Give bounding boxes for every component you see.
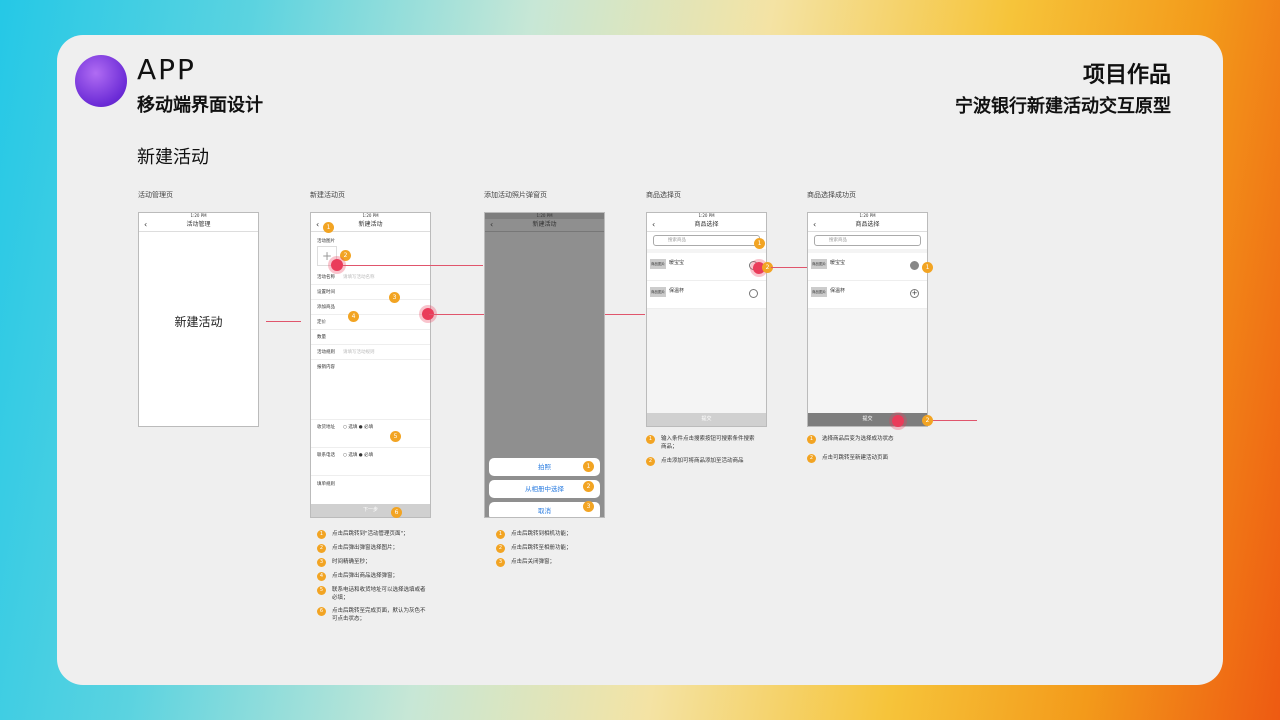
app-subtitle: 移动端界面设计 [137, 95, 263, 116]
screen1-label: 活动管理页 [138, 191, 173, 199]
main-card: APP 移动端界面设计 项目作品 宁波银行新建活动交互原型 新建活动 活动管理页… [57, 35, 1223, 685]
hotspot-dot [331, 259, 343, 271]
screen2-notes: 1 点击后跳转到"活动管理页面"； 2 点击后弹出弹窗选择图片； 3 时间精确至秒； … [317, 530, 427, 623]
select-circle-icon[interactable] [749, 289, 758, 298]
screen2-label: 新建活动页 [310, 191, 345, 199]
flow-arrow [343, 265, 483, 266]
add-circle-icon[interactable]: + [910, 289, 919, 298]
note: 2 点击后跳转至相册功能； [496, 544, 572, 553]
back-icon[interactable]: ‹ [813, 219, 816, 231]
back-icon[interactable]: ‹ [316, 219, 319, 231]
screen5-notes: 1 选择商品后变为选择成功状态 2 点击可跳转至新建活动页面 [807, 435, 927, 463]
note: 6 点击后跳转至完成页面，默认为灰色不可点击状态； [317, 607, 427, 623]
badge-5: 5 [390, 431, 401, 442]
back-icon: ‹ [490, 220, 494, 229]
check-circle-icon[interactable] [910, 261, 919, 270]
screen3-label: 添加活动照片弹窗页 [484, 191, 547, 199]
note: 3 点击后关闭弹窗； [496, 558, 572, 567]
note: 4 点击后弹出商品选择弹窗； [317, 572, 427, 581]
nav-bar: ‹ 商品选择 [808, 219, 927, 232]
flow-arrow [266, 321, 301, 322]
note: 1 点击后跳转到"活动管理页面"； [317, 530, 427, 539]
row-add-goods[interactable]: 添加商品 [311, 300, 430, 315]
nav-title: 新建活动 [358, 221, 383, 228]
row-price[interactable]: 定价 [311, 315, 430, 330]
nav-title: 商品选择 [694, 221, 719, 228]
screen5-phone: 1:20 PM ‹ 商品选择 搜索商品 商品图片 暖宝宝 商品图片 保温杯 + 提交 [807, 212, 928, 427]
list-item[interactable]: 商品图片 保温杯 [647, 281, 766, 309]
screen3-notes: 1 点击后跳转到相机功能； 2 点击后跳转至相册功能； 3 点击后关闭弹窗； [496, 530, 572, 567]
screen1-phone: 1:20 PM ‹ 活动管理 新建活动 [138, 212, 259, 427]
row-address[interactable]: 收货地址 ○ 选填 ● 必填 [311, 420, 430, 448]
badge-4: 4 [348, 311, 359, 322]
list-item[interactable]: 商品图片 暖宝宝 [808, 253, 927, 281]
activity-image-label: 活动图片 [317, 239, 335, 244]
note: 1 点击后跳转到相机功能； [496, 530, 572, 539]
badge-6: 6 [391, 507, 402, 518]
screen3-phone: 1:20 PM ‹ 新建活动 拍照 从相册中选择 取消 [484, 212, 605, 518]
row-fill-rule[interactable]: 填单规则 [311, 476, 430, 491]
screen4-phone: 1:20 PM ‹ 商品选择 搜索商品 商品图片 暖宝宝 商品图片 保温杯 提交 [646, 212, 767, 427]
row-rules[interactable]: 活动规则 请填写活动规则 [311, 345, 430, 360]
note: 1 输入条件点击搜索按钮可搜索条件搜索商品； [646, 435, 756, 451]
note: 5 联系电话和收货地址可以选择选填或者必填； [317, 586, 427, 602]
note: 3 时间精确至秒； [317, 558, 427, 567]
nav-bar: ‹ 商品选择 [647, 219, 766, 232]
note: 1 选择商品后变为选择成功状态 [807, 435, 927, 444]
note: 2 点击添加可将商品添加至活动商品 [646, 457, 756, 466]
submit-button[interactable]: 提交 [647, 413, 766, 426]
list-item[interactable]: 商品图片 暖宝宝 [647, 253, 766, 281]
flow-arrow [933, 420, 977, 421]
badge-1: 1 [583, 461, 594, 472]
screen4-notes: 1 输入条件点击搜索按钮可搜索条件搜索商品； 2 点击添加可将商品添加至活动商品 [646, 435, 756, 466]
nav-bar: ‹ 活动管理 [139, 219, 258, 232]
row-time[interactable]: 设置时间 [311, 285, 430, 300]
badge-2: 2 [583, 481, 594, 492]
nav-bar: ‹ 新建活动 [485, 219, 604, 232]
app-title: APP [137, 53, 196, 86]
badge-3: 3 [583, 501, 594, 512]
row-name[interactable]: 活动名称 请填写活动名称 [311, 270, 430, 285]
badge-1: 1 [754, 238, 765, 249]
submit-button[interactable]: 提交 [808, 413, 927, 426]
screen4-label: 商品选择页 [646, 191, 681, 199]
project-title: 项目作品 [1082, 63, 1171, 88]
new-activity-button[interactable]: 新建活动 [139, 313, 258, 330]
search-input[interactable]: 搜索商品 [814, 235, 921, 246]
row-phone[interactable]: 联系电话 ○ 选填 ● 必填 [311, 448, 430, 476]
badge-1: 1 [323, 222, 334, 233]
badge-2: 2 [922, 415, 933, 426]
section-title: 新建活动 [137, 147, 209, 168]
nav-title: 商品选择 [855, 221, 880, 228]
back-icon[interactable]: ‹ [144, 219, 147, 231]
list-item[interactable]: 商品图片 保温杯 + [808, 281, 927, 309]
badge-1: 1 [922, 262, 933, 273]
next-button[interactable]: 下一步 [311, 504, 430, 517]
note: 2 点击后弹出弹窗选择图片； [317, 544, 427, 553]
flow-arrow [771, 267, 807, 268]
project-subtitle: 宁波银行新建活动交互原型 [955, 96, 1171, 117]
search-input[interactable]: 搜索商品 [653, 235, 760, 246]
screen2-phone: 1:20 PM ‹ 新建活动 活动图片 + 活动名称 请填写活动名称 设置时间 添加… [310, 212, 431, 518]
note: 2 点击可跳转至新建活动页面 [807, 454, 927, 463]
nav-title: 活动管理 [186, 221, 211, 228]
row-qty[interactable]: 数量 [311, 330, 430, 345]
screen5-label: 商品选择成功页 [807, 191, 856, 199]
nav-title: 新建活动 [532, 221, 557, 228]
hotspot-dot [892, 415, 904, 427]
back-icon[interactable]: ‹ [652, 219, 655, 231]
app-logo-icon [75, 55, 127, 107]
badge-3: 3 [389, 292, 400, 303]
badge-2: 2 [340, 250, 351, 261]
row-content[interactable]: 报销内容 [311, 360, 430, 420]
